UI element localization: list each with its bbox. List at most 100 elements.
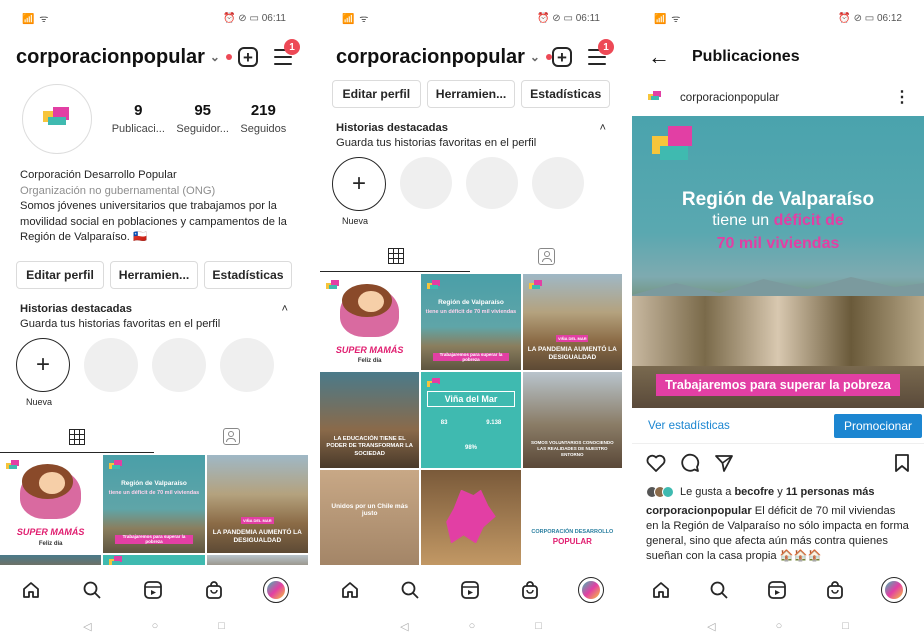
signal-icon: 📶 ᯤ bbox=[654, 14, 682, 25]
post-image-subtitle-b: déficit de bbox=[773, 212, 844, 229]
likes-user[interactable]: becofre bbox=[734, 486, 774, 498]
post-thumbnail[interactable]: LA EDUCACIÓN TIENE EL PODER DE TRANSFORM… bbox=[320, 372, 420, 468]
back-nav-icon[interactable]: ◁ bbox=[83, 620, 91, 633]
post-thumbnail[interactable]: VIÑA DEL MAR LA PANDEMIA AUMENTÓ LA DESIG… bbox=[522, 274, 622, 370]
reels-icon[interactable] bbox=[765, 578, 789, 602]
likes-row[interactable]: Le gusta a becofre y 11 personas más bbox=[632, 486, 924, 498]
new-highlight-button[interactable]: + bbox=[16, 337, 70, 392]
likes-mid: y bbox=[774, 486, 786, 498]
status-time: 06:11 bbox=[575, 12, 600, 24]
chevron-up-icon[interactable]: ˄ bbox=[599, 122, 606, 134]
status-time: 06:12 bbox=[876, 12, 902, 24]
post-thumbnail[interactable]: SUPER MAMÁS Feliz día bbox=[0, 454, 102, 553]
post-title: LA PANDEMIA AUMENTÓ LA DESIGUALDAD bbox=[527, 346, 617, 362]
heart-icon[interactable] bbox=[646, 454, 666, 477]
home-nav-icon[interactable]: ○ bbox=[152, 620, 159, 632]
post-thumbnail[interactable] bbox=[421, 470, 521, 568]
home-icon[interactable] bbox=[19, 578, 43, 602]
comment-icon[interactable] bbox=[680, 453, 700, 478]
search-icon[interactable] bbox=[80, 578, 104, 602]
menu-icon[interactable]: 1 bbox=[274, 39, 300, 65]
edit-profile-button[interactable]: Editar perfil bbox=[332, 80, 421, 108]
stat-posts-value: 9 bbox=[134, 101, 143, 119]
home-nav-icon[interactable]: ○ bbox=[469, 620, 476, 632]
create-post-icon[interactable]: + bbox=[552, 47, 572, 67]
reels-icon[interactable] bbox=[141, 578, 165, 602]
post-thumbnail[interactable]: CORPORACIÓN DESARROLLO POPULAR bbox=[522, 470, 622, 568]
profile-nav-avatar[interactable] bbox=[263, 577, 290, 603]
search-icon[interactable] bbox=[707, 578, 731, 602]
post-thumbnail[interactable]: Región de Valparaíso tiene un déficit de … bbox=[421, 274, 521, 370]
new-highlight-button[interactable]: + bbox=[332, 157, 386, 211]
insights-button[interactable]: Estadísticas bbox=[521, 80, 611, 108]
home-icon[interactable] bbox=[338, 578, 362, 602]
post-thumbnail[interactable]: Unidos por un Chile más justo bbox=[320, 470, 420, 568]
back-arrow-icon[interactable]: ← bbox=[648, 44, 670, 70]
view-insights-link[interactable]: Ver estadísticas bbox=[648, 419, 730, 432]
reels-icon[interactable] bbox=[458, 578, 482, 602]
post-thumbnail[interactable]: Viña del Mar 83 9.138 98% bbox=[421, 372, 521, 468]
post-thumbnail[interactable]: VIÑA DEL MAR LA PANDEMIA AUMENTÓ LA DESIG… bbox=[206, 454, 308, 553]
author-username[interactable]: corporacionpopular bbox=[680, 91, 779, 104]
post-thumbnail[interactable]: Región de Valparaíso tiene un déficit de … bbox=[103, 454, 205, 553]
tab-tagged[interactable] bbox=[471, 240, 622, 272]
username: corporacionpopular bbox=[336, 45, 525, 68]
highlights-header[interactable]: Historias destacadas ˄ bbox=[320, 122, 622, 134]
home-icon[interactable] bbox=[649, 578, 673, 602]
post-title: SUPER MAMÁS bbox=[16, 526, 85, 537]
shop-icon[interactable] bbox=[823, 578, 847, 602]
post-tag: VIÑA DEL MAR bbox=[241, 517, 274, 525]
author-avatar[interactable] bbox=[646, 86, 668, 108]
caption-username[interactable]: corporacionpopular bbox=[646, 505, 752, 517]
status-bar: 📶 ᯤ ⏰ ⊘ ▭ 06:12 bbox=[632, 0, 924, 36]
post-image[interactable]: Región de Valparaíso tiene un déficit de… bbox=[632, 116, 924, 408]
avatar[interactable] bbox=[22, 84, 92, 154]
post-title: LA EDUCACIÓN TIENE EL PODER DE TRANSFORM… bbox=[326, 435, 413, 457]
stat-following[interactable]: 219 Seguidos bbox=[240, 102, 286, 137]
post-thumbnail[interactable]: SUPER MAMÁS Feliz día bbox=[320, 274, 420, 370]
insights-button[interactable]: Estadísticas bbox=[204, 260, 292, 289]
profile-tabs bbox=[0, 421, 308, 453]
post-subtitle: Feliz día bbox=[357, 358, 382, 365]
tab-grid[interactable] bbox=[320, 240, 471, 272]
shop-icon[interactable] bbox=[202, 578, 226, 602]
chevron-up-icon[interactable]: ˄ bbox=[281, 303, 288, 315]
account-switcher[interactable]: corporacionpopular ⌄ bbox=[16, 46, 232, 69]
tools-button[interactable]: Herramien... bbox=[426, 80, 516, 108]
stat-followers[interactable]: 95 Seguidor... bbox=[176, 102, 229, 137]
profile-nav-avatar[interactable] bbox=[881, 577, 907, 603]
bookmark-icon[interactable] bbox=[894, 453, 910, 478]
notification-badge: 1 bbox=[284, 39, 300, 55]
tab-grid[interactable] bbox=[0, 421, 154, 453]
create-post-icon[interactable]: + bbox=[238, 47, 258, 67]
share-icon[interactable] bbox=[714, 453, 734, 478]
post-stat: 83 bbox=[440, 420, 448, 426]
recents-nav-icon[interactable]: □ bbox=[842, 620, 849, 632]
tools-button[interactable]: Herramien... bbox=[110, 260, 198, 289]
post-thumbnail[interactable]: SOMOS VOLUNTARIOS CONOCIENDO LAS REALIDA… bbox=[522, 372, 622, 468]
logo-icon bbox=[43, 107, 73, 127]
promote-button[interactable]: Promocionar bbox=[833, 413, 922, 438]
account-switcher[interactable]: corporacionpopular ⌄ bbox=[336, 46, 552, 69]
back-nav-icon[interactable]: ◁ bbox=[400, 620, 408, 633]
home-nav-icon[interactable]: ○ bbox=[776, 620, 783, 632]
highlights-header[interactable]: Historias destacadas ˄ bbox=[0, 303, 308, 315]
profile-name: Corporación Desarrollo Popular bbox=[20, 169, 177, 181]
username: corporacionpopular bbox=[16, 45, 205, 68]
post-image-subtitle-a: tiene un bbox=[712, 212, 774, 229]
back-nav-icon[interactable]: ◁ bbox=[707, 620, 715, 633]
edit-profile-button[interactable]: Editar perfil bbox=[16, 260, 104, 289]
notification-badge: 1 bbox=[598, 39, 614, 55]
likes-count[interactable]: 11 personas más bbox=[786, 486, 875, 498]
tab-tagged[interactable] bbox=[154, 421, 308, 453]
post-title: Viña del Mar bbox=[427, 391, 515, 408]
stat-posts[interactable]: 9 Publicaci... bbox=[112, 102, 165, 137]
menu-icon[interactable]: 1 bbox=[588, 39, 614, 65]
search-icon[interactable] bbox=[398, 578, 422, 602]
recents-nav-icon[interactable]: □ bbox=[218, 620, 225, 632]
profile-nav-avatar[interactable] bbox=[578, 577, 604, 603]
post-subtitle: tiene un déficit de 70 mil viviendas bbox=[425, 308, 517, 315]
more-options-icon[interactable]: ⋮ bbox=[894, 87, 910, 107]
shop-icon[interactable] bbox=[518, 578, 542, 602]
recents-nav-icon[interactable]: □ bbox=[535, 620, 542, 632]
